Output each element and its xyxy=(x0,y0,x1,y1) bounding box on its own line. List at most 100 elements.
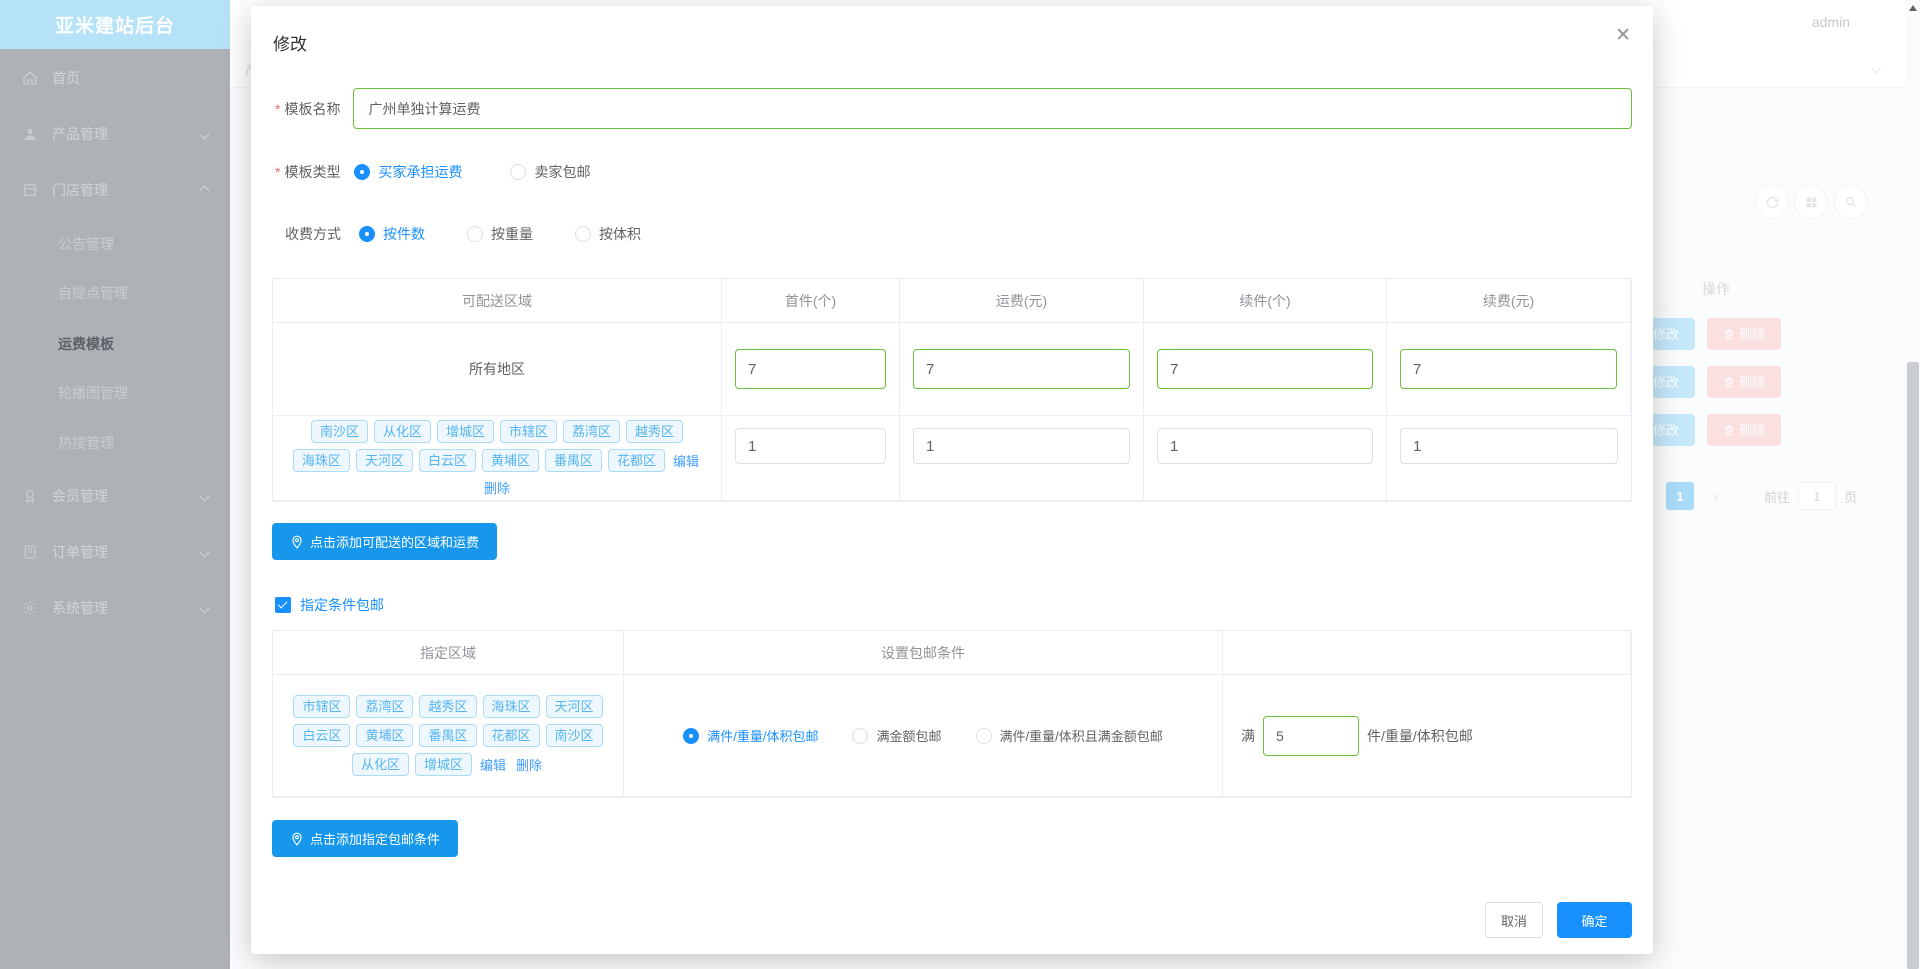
radio-icon xyxy=(359,226,375,242)
sidebar-item-label: 产品管理 xyxy=(52,126,108,142)
next-piece-input[interactable] xyxy=(1157,349,1373,389)
radio-icon xyxy=(575,226,591,242)
edit-region-link[interactable]: 编辑 xyxy=(673,451,699,470)
next-page-button[interactable]: › xyxy=(1702,482,1730,510)
map-pin-icon xyxy=(292,535,302,549)
scroll-up-icon[interactable] xyxy=(1909,5,1917,11)
sidebar-item-system[interactable]: 系统管理 xyxy=(0,588,230,628)
next-fee-cell xyxy=(1387,416,1631,501)
charge-method-row: 收费方式 按件数 按重量 按体积 xyxy=(285,218,641,250)
next-piece-input[interactable] xyxy=(1157,428,1373,464)
fee-cell xyxy=(900,323,1144,416)
medal-icon xyxy=(25,490,35,504)
goto-label: 前往 xyxy=(1764,489,1791,505)
sidebar-subitem-shipping-templates[interactable]: 运费模板 xyxy=(0,326,230,362)
sidebar-item-home[interactable]: 首页 xyxy=(0,58,230,98)
delete-region-link[interactable]: 删除 xyxy=(516,755,542,774)
sidebar-subitem-pickup-points[interactable]: 自提点管理 xyxy=(0,275,230,311)
add-condition-button[interactable]: 点击添加指定包邮条件 xyxy=(272,820,459,857)
free-condition-cell: 满件/重量/体积包邮 满金额包邮 满件/重量/体积且满金额包邮 xyxy=(624,675,1223,797)
next-piece-cell xyxy=(1144,323,1387,416)
template-name-label: 模板名称 xyxy=(284,100,341,117)
sidebar-item-stores[interactable]: 门店管理 xyxy=(0,170,230,210)
region-cell: 所有地区 xyxy=(273,323,722,416)
user-menu[interactable]: admin xyxy=(1812,14,1850,30)
delete-button[interactable]: 删除 xyxy=(1707,365,1781,398)
sidebar-subitem-carousel[interactable]: 轮播图管理 xyxy=(0,375,230,411)
radio-piece-and-amount-free[interactable]: 满件/重量/体积且满金额包邮 xyxy=(975,726,1163,745)
sidebar-item-label: 系统管理 xyxy=(52,600,108,616)
delete-region-link[interactable]: 删除 xyxy=(484,478,510,497)
order-icon xyxy=(24,545,36,559)
region-tag: 荔湾区 xyxy=(563,419,621,443)
radio-by-volume[interactable]: 按体积 xyxy=(575,224,641,244)
region-tag: 南沙区 xyxy=(545,724,603,747)
radio-by-weight[interactable]: 按重量 xyxy=(467,224,533,244)
threshold-input[interactable] xyxy=(1263,715,1359,756)
chevron-down-icon xyxy=(199,547,210,557)
region-tag: 黄埔区 xyxy=(356,724,414,747)
delete-button[interactable]: 删除 xyxy=(1707,317,1781,350)
search-toggle-button[interactable] xyxy=(1834,185,1868,219)
radio-icon xyxy=(852,727,869,744)
sidebar-item-label: 门店管理 xyxy=(52,182,108,198)
region-tag: 从化区 xyxy=(373,419,431,443)
goto-page-input[interactable] xyxy=(1798,482,1837,510)
template-name-input[interactable] xyxy=(353,88,1632,129)
radio-buyer-pays[interactable]: 买家承担运费 xyxy=(354,162,462,182)
delete-button[interactable]: 删除 xyxy=(1707,413,1781,446)
template-type-label: 模板类型 xyxy=(284,164,341,180)
next-fee-input[interactable] xyxy=(1400,428,1618,464)
column-header: 续费(元) xyxy=(1387,279,1631,323)
radio-by-piece[interactable]: 按件数 xyxy=(359,224,425,244)
chevron-down-icon xyxy=(199,129,210,139)
refresh-icon xyxy=(1766,196,1778,208)
cancel-button[interactable]: 取消 xyxy=(1485,902,1543,938)
charge-method-label: 收费方式 xyxy=(285,226,341,242)
radio-icon xyxy=(354,164,371,180)
first-piece-input[interactable] xyxy=(735,428,886,464)
checkbox-checked-icon xyxy=(275,597,291,613)
chevron-down-icon[interactable] xyxy=(1871,63,1882,74)
region-tag: 天河区 xyxy=(545,695,603,718)
region-tag: 海珠区 xyxy=(292,448,350,472)
pagination: ‹ 1 › 前往 页 xyxy=(1630,482,1857,510)
region-tag: 市辖区 xyxy=(500,419,558,443)
sidebar-item-orders[interactable]: 订单管理 xyxy=(0,532,230,572)
column-header: 运费(元) xyxy=(900,279,1144,323)
add-region-button[interactable]: 点击添加可配送的区域和运费 xyxy=(272,523,498,560)
sidebar-subitem-hot-search[interactable]: 热搜管理 xyxy=(0,425,230,461)
shop-icon xyxy=(23,184,37,196)
close-icon[interactable]: ✕ xyxy=(1615,24,1631,47)
sidebar-item-members[interactable]: 会员管理 xyxy=(0,476,230,516)
fee-cell xyxy=(900,416,1144,501)
radio-full-amount-free[interactable]: 满金额包邮 xyxy=(852,726,942,745)
refresh-button[interactable] xyxy=(1755,185,1789,219)
sidebar-item-products[interactable]: 产品管理 xyxy=(0,114,230,154)
template-type-row: * 模板类型 买家承担运费 卖家包邮 xyxy=(275,156,590,188)
sidebar-subitem-announcements[interactable]: 公告管理 xyxy=(0,226,230,262)
radio-seller-free[interactable]: 卖家包邮 xyxy=(510,162,590,182)
sidebar-item-label: 订单管理 xyxy=(52,544,108,560)
first-piece-cell xyxy=(722,323,900,416)
region-tag: 市辖区 xyxy=(293,695,351,718)
threshold-prefix: 满 xyxy=(1241,727,1255,744)
template-name-row: * 模板名称 xyxy=(275,88,1632,129)
conditional-free-shipping-checkbox[interactable]: 指定条件包邮 xyxy=(275,595,384,615)
first-piece-input[interactable] xyxy=(735,349,886,389)
region-tag: 越秀区 xyxy=(626,419,684,443)
confirm-button[interactable]: 确定 xyxy=(1557,902,1632,938)
fee-input[interactable] xyxy=(913,349,1130,389)
radio-full-piece-free[interactable]: 满件/重量/体积包邮 xyxy=(683,726,818,745)
edit-region-link[interactable]: 编辑 xyxy=(480,755,506,774)
fee-input[interactable] xyxy=(913,428,1130,464)
region-tag: 花都区 xyxy=(608,448,666,472)
next-fee-input[interactable] xyxy=(1400,349,1617,389)
scrollbar[interactable] xyxy=(1906,0,1920,969)
column-settings-button[interactable] xyxy=(1794,185,1828,219)
region-tag: 白云区 xyxy=(293,724,351,747)
page-number-active[interactable]: 1 xyxy=(1666,482,1694,510)
region-tag: 增城区 xyxy=(436,419,494,443)
scrollbar-thumb[interactable] xyxy=(1907,362,1919,969)
next-piece-cell xyxy=(1144,416,1387,501)
